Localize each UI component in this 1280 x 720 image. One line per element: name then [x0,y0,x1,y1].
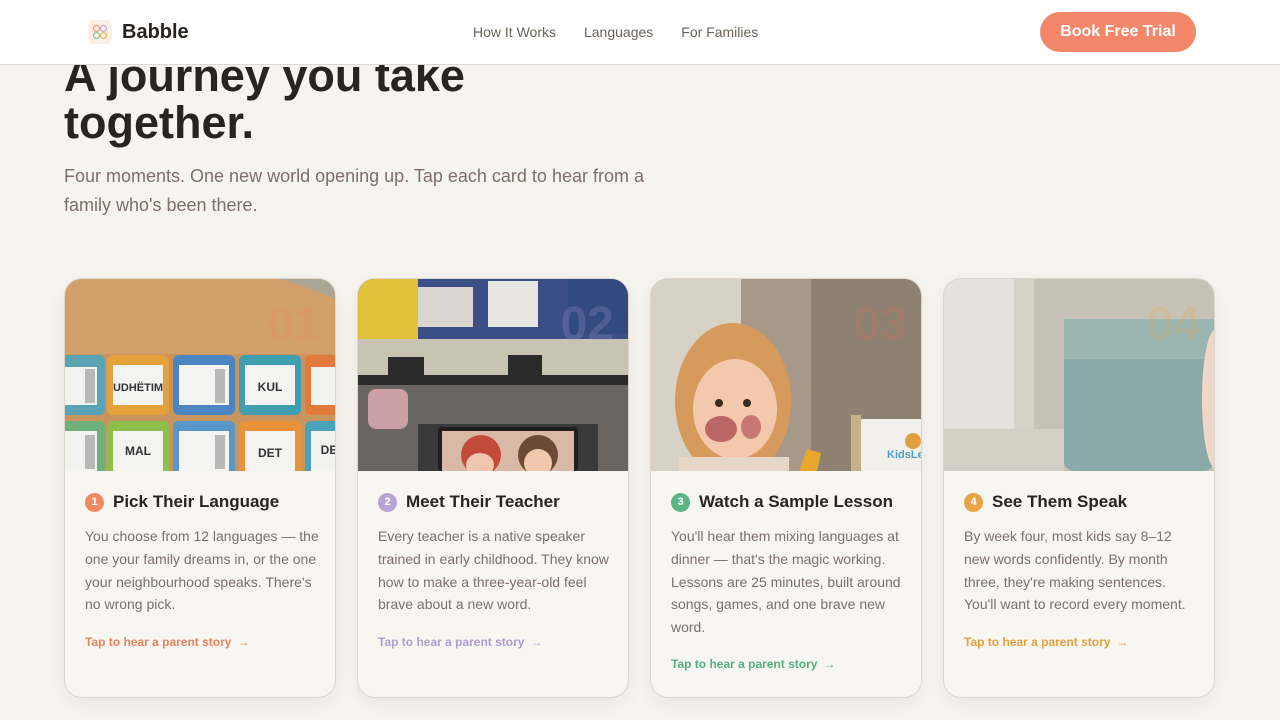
top-nav-bar: Babble How It Works Languages For Famili… [0,0,1280,65]
tile-label: MAL [125,444,151,458]
tile-label: DET [258,446,283,460]
book-free-trial-button[interactable]: Book Free Trial [1040,12,1196,52]
step-badge: 3 [671,492,690,512]
card-title: See Them Speak [992,492,1128,511]
parent-story-link[interactable]: Tap to hear a parent story → [964,635,1128,649]
parent-story-link-label: Tap to hear a parent story [378,635,525,649]
photo-step-number: 01 [267,298,321,351]
step-badge: 4 [964,492,983,512]
card-description: You'll hear them mixing languages at din… [671,528,901,636]
main-nav: How It Works Languages For Families [473,24,758,40]
tile-label: KUL [258,380,283,394]
parent-story-link-label: Tap to hear a parent story [964,635,1111,649]
parent-story-link-label: Tap to hear a parent story [671,657,818,671]
journey-card-see-them-speak[interactable]: 04 4 See Them Speak By week four, most k… [943,278,1215,698]
card-header: 2 Meet Their Teacher [378,492,560,512]
arrow-right-icon: → [1116,635,1129,649]
parent-story-link[interactable]: Tap to hear a parent story → [378,635,542,649]
tile-label: DE [321,443,336,457]
nav-link-languages[interactable]: Languages [584,24,653,40]
parent-story-link-label: Tap to hear a parent story [85,635,232,649]
card-header: 3 Watch a Sample Lesson [671,492,893,512]
arrow-right-icon: → [823,657,836,671]
journey-card-pick-language[interactable]: UDHËTIM KUL MAL DET DE 01 1 Pick Their L… [64,278,336,698]
card-photo-toddler: 03 KidsLe [651,279,922,471]
photo-step-number: 03 [853,298,907,351]
card-header: 4 See Them Speak [964,492,1127,512]
arrow-right-icon: → [530,635,543,649]
tablet-brand-text: KidsLe [887,449,922,461]
card-photo-living-room: 04 [944,279,1214,471]
babble-logo-icon [88,20,112,44]
nav-link-how-it-works[interactable]: How It Works [473,24,556,40]
card-header: 1 Pick Their Language [85,492,279,512]
journey-card-meet-teacher[interactable]: 02 2 Meet Their Teacher Every teacher is… [357,278,629,698]
parent-story-link[interactable]: Tap to hear a parent story → [85,635,249,649]
brand-name: Babble [122,20,189,43]
card-title: Watch a Sample Lesson [699,492,893,511]
nav-link-for-families[interactable]: For Families [681,24,758,40]
photo-step-number: 04 [1146,298,1200,351]
card-description: By week four, most kids say 8–12 new wor… [964,528,1186,613]
step-badge: 2 [378,492,397,512]
page-title: A journey you take together. [64,50,465,148]
card-title: Pick Their Language [113,492,280,511]
photo-step-number: 02 [560,298,614,351]
page-subtitle: Four moments. One new world opening up. … [64,166,644,215]
card-description: Every teacher is a native speaker traine… [378,528,609,613]
card-photo-classroom: 02 [358,279,628,471]
arrow-right-icon: → [237,635,250,649]
card-description: You choose from 12 languages — the one y… [85,528,319,613]
journey-card-sample-lesson[interactable]: 03 KidsLe 3 Watch a Sample Lesson You'll… [650,278,922,698]
card-title: Meet Their Teacher [406,492,560,511]
brand-logo[interactable]: Babble [88,20,189,44]
step-badge: 1 [85,492,104,512]
card-photo-language-tiles: UDHËTIM KUL MAL DET DE 01 [65,279,336,471]
tile-label: UDHËTIM [113,381,163,394]
parent-story-link[interactable]: Tap to hear a parent story → [671,657,835,671]
